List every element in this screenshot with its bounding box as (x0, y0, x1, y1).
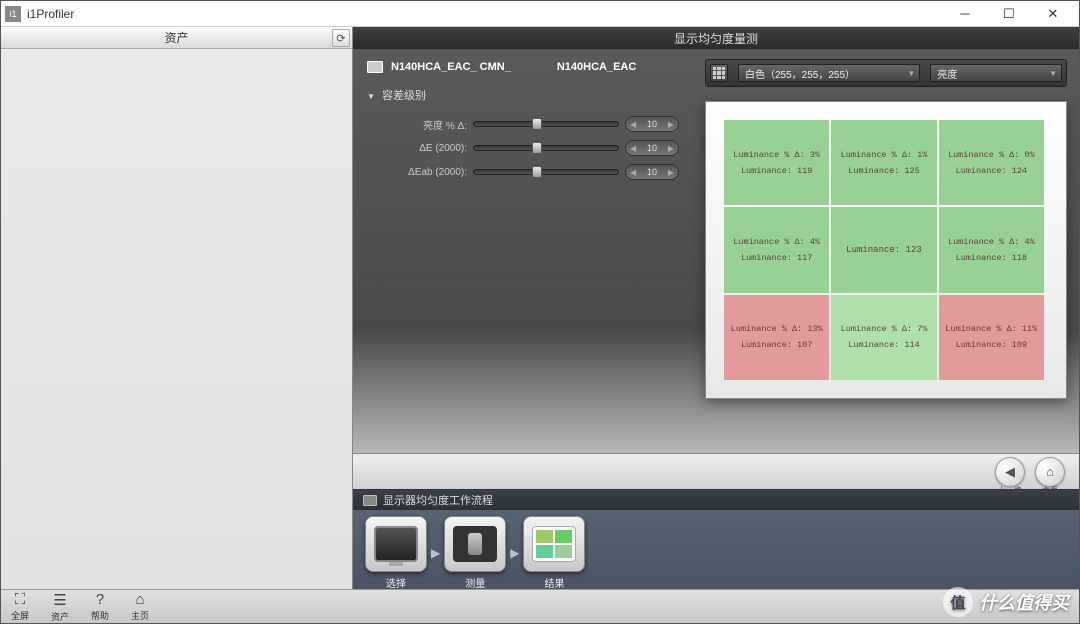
refresh-button[interactable]: ⟳ (332, 29, 350, 47)
grid-cell: Luminance: 123 (831, 207, 936, 292)
window-title: i1Profiler (27, 7, 943, 21)
close-button[interactable]: ✕ (1031, 1, 1075, 27)
grid-view-icon[interactable] (710, 64, 728, 82)
grid-cell: Luminance % Δ: 4%Luminance: 118 (939, 207, 1044, 292)
statusbar-item[interactable]: ⌂主页 (131, 591, 149, 622)
chevron-down-icon: ▼ (907, 69, 915, 78)
statusbar-item[interactable]: ☰资产 (51, 591, 69, 623)
workflow-step[interactable]: 结果 (523, 516, 585, 589)
grid-cell: Luminance % Δ: 3%Luminance: 119 (724, 120, 829, 205)
home-button[interactable]: ⌂主页 (1035, 457, 1065, 487)
tolerance-label: ΔE (2000): (367, 143, 467, 154)
device-name-1: N140HCA_EAC_ CMN_ (391, 61, 511, 73)
assets-header: 资产 ⟳ (1, 27, 352, 49)
device-row: N140HCA_EAC_ CMN_ N140HCA_EAC (367, 61, 679, 73)
workflow-title: 显示器均匀度工作流程 (383, 492, 493, 508)
uniformity-grid-frame: Luminance % Δ: 3%Luminance: 119Luminance… (705, 101, 1067, 399)
app-icon: i1 (5, 6, 21, 22)
monitor-icon (367, 61, 383, 73)
grid-cell: Luminance % Δ: 13%Luminance: 107 (724, 295, 829, 380)
titlebar: i1 i1Profiler ─ ☐ ✕ (1, 1, 1079, 27)
statusbar: ⛶全屏 ☰资产 ?帮助 ⌂主页 (1, 589, 1079, 623)
monitor-icon (363, 495, 377, 506)
grid-cell: Luminance % Δ: 0%Luminance: 124 (939, 120, 1044, 205)
tolerance-spinner[interactable]: ◀10▶ (625, 140, 679, 156)
prev-button[interactable]: ◀上一步 (995, 457, 1025, 487)
workflow-panel: 显示器均匀度工作流程 选择 ▶ 测量 ▶ 结果 (353, 489, 1079, 589)
main-header: 显示均匀度量测 (353, 27, 1079, 49)
device-name-2: N140HCA_EAC (557, 61, 636, 73)
assets-title: 资产 (164, 29, 188, 46)
nav-bar: ◀上一步 ⌂主页 (353, 453, 1079, 489)
grid-cell: Luminance % Δ: 11%Luminance: 109 (939, 295, 1044, 380)
chevron-right-icon: ▶ (431, 546, 440, 560)
uniformity-grid: Luminance % Δ: 3%Luminance: 119Luminance… (724, 120, 1044, 380)
chevron-right-icon: ▶ (510, 546, 519, 560)
tolerance-spinner[interactable]: ◀10▶ (625, 164, 679, 180)
statusbar-item[interactable]: ⛶全屏 (11, 591, 29, 622)
tolerance-label: 亮度 % Δ: (367, 117, 467, 132)
statusbar-item[interactable]: ?帮助 (91, 591, 109, 622)
tolerance-slider[interactable] (473, 169, 619, 175)
main-title: 显示均匀度量测 (674, 30, 758, 47)
minimize-button[interactable]: ─ (943, 1, 987, 27)
tolerance-section[interactable]: 容差级别 (367, 87, 679, 103)
sidebar: 资产 ⟳ (1, 27, 353, 589)
grid-cell: Luminance % Δ: 1%Luminance: 125 (831, 120, 936, 205)
workflow-step[interactable]: 测量 (444, 516, 506, 589)
grid-cell: Luminance % Δ: 4%Luminance: 117 (724, 207, 829, 292)
maximize-button[interactable]: ☐ (987, 1, 1031, 27)
tolerance-row: ΔE (2000): ◀10▶ (367, 137, 679, 159)
tolerance-row: ΔEab (2000): ◀10▶ (367, 161, 679, 183)
color-dropdown[interactable]: 白色（255，255，255）▼ (738, 64, 920, 82)
metric-dropdown[interactable]: 亮度▼ (930, 64, 1062, 82)
chevron-down-icon: ▼ (1049, 69, 1057, 78)
tolerance-slider[interactable] (473, 121, 619, 127)
tolerance-slider[interactable] (473, 145, 619, 151)
grid-cell: Luminance % Δ: 7%Luminance: 114 (831, 295, 936, 380)
tolerance-label: ΔEab (2000): (367, 167, 467, 178)
workflow-step[interactable]: 选择 (365, 516, 427, 589)
tolerance-row: 亮度 % Δ: ◀10▶ (367, 113, 679, 135)
tolerance-spinner[interactable]: ◀10▶ (625, 116, 679, 132)
